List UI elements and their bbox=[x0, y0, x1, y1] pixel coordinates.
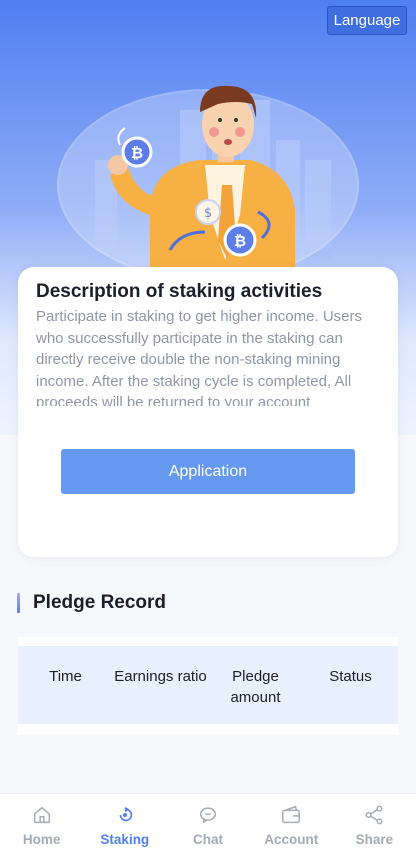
svg-text:$: $ bbox=[204, 206, 212, 221]
tab-label: Share bbox=[355, 832, 394, 847]
bottom-tab-bar: Home Staking Chat Account Share bbox=[0, 793, 416, 854]
svg-text:₿: ₿ bbox=[234, 232, 246, 250]
application-button[interactable]: Application bbox=[61, 449, 355, 494]
staking-description-card: Description of staking activities Partic… bbox=[18, 267, 398, 557]
tab-staking[interactable]: Staking bbox=[83, 794, 166, 854]
column-earnings-ratio: Earnings ratio bbox=[114, 668, 207, 685]
home-icon bbox=[33, 806, 50, 824]
language-button[interactable]: Language bbox=[327, 6, 407, 35]
tab-label: Chat bbox=[193, 832, 223, 847]
column-status: Status bbox=[329, 668, 372, 685]
pledge-record-table: Time Earnings ratio Pledge amount Status bbox=[18, 637, 398, 735]
column-pledge-amount: Pledge amount bbox=[230, 668, 281, 706]
column-time: Time bbox=[49, 668, 82, 685]
staking-icon bbox=[119, 806, 133, 822]
staking-description: Participate in staking to get higher inc… bbox=[36, 308, 362, 406]
tab-share[interactable]: Share bbox=[333, 794, 416, 854]
tab-label: Home bbox=[22, 832, 61, 847]
wallet-icon bbox=[282, 805, 301, 824]
tab-label: Account bbox=[264, 832, 319, 847]
tab-home[interactable]: Home bbox=[0, 794, 83, 854]
chat-icon bbox=[199, 807, 217, 824]
staking-title: Description of staking activities bbox=[36, 281, 323, 302]
tab-label: Staking bbox=[100, 832, 150, 847]
pledge-record-title: Pledge Record bbox=[33, 592, 167, 613]
tab-account[interactable]: Account bbox=[250, 794, 333, 854]
svg-text:₿: ₿ bbox=[131, 144, 143, 162]
share-icon bbox=[365, 805, 383, 825]
tab-chat[interactable]: Chat bbox=[166, 794, 249, 854]
pledge-record-header: Pledge Record bbox=[17, 592, 166, 614]
section-accent-bar bbox=[17, 593, 20, 613]
table-header-row: Time Earnings ratio Pledge amount Status bbox=[18, 646, 398, 724]
